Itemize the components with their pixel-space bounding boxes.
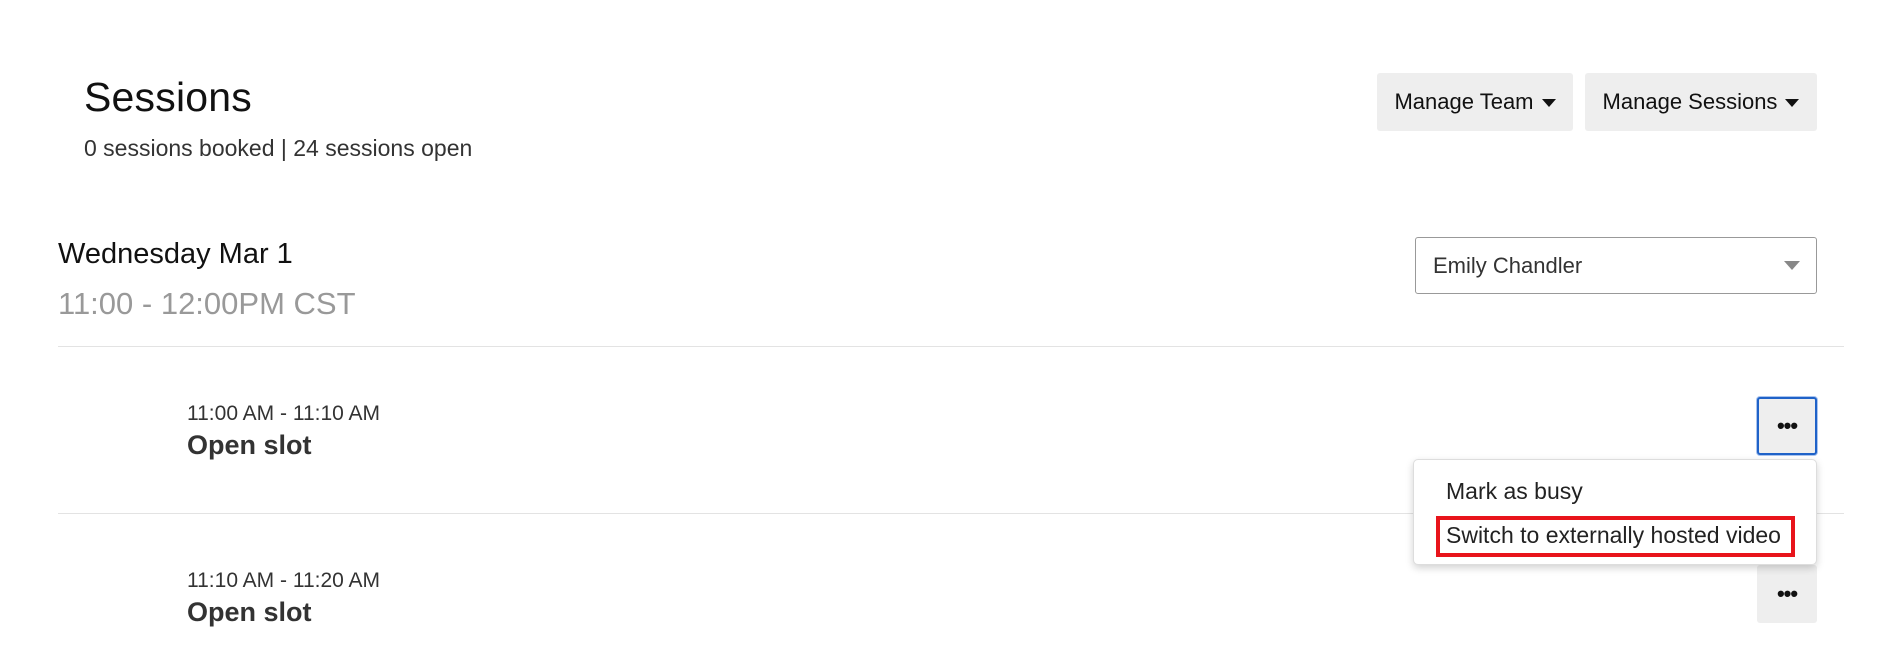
slot-status: Open slot: [187, 430, 312, 460]
page-title: Sessions: [84, 74, 252, 120]
manage-sessions-label: Manage Sessions: [1602, 89, 1778, 114]
ellipsis-icon: •••: [1776, 413, 1798, 438]
menu-item-mark-as-busy[interactable]: Mark as busy: [1446, 478, 1583, 505]
slot-options-menu: Mark as busy Switch to externally hosted…: [1413, 459, 1817, 565]
divider: [58, 346, 1844, 347]
more-options-button[interactable]: •••: [1757, 397, 1817, 455]
slot-status: Open slot: [187, 597, 312, 627]
caret-down-icon: [1541, 99, 1556, 107]
sessions-header: Sessions 0 sessions booked | 24 sessions…: [84, 74, 472, 162]
day-title: Wednesday Mar 1: [58, 238, 293, 270]
slot-time: 11:00 AM - 11:10 AM: [187, 402, 380, 425]
day-time-range: 11:00 - 12:00PM CST: [58, 286, 356, 321]
ellipsis-icon: •••: [1776, 581, 1798, 606]
manage-sessions-button[interactable]: Manage Sessions: [1585, 73, 1817, 131]
host-select-value: Emily Chandler: [1433, 252, 1583, 278]
slot-time: 11:10 AM - 11:20 AM: [187, 569, 380, 592]
caret-down-icon: [1785, 99, 1800, 107]
chevron-down-icon: [1784, 261, 1800, 270]
sessions-summary: 0 sessions booked | 24 sessions open: [84, 135, 473, 161]
more-options-button[interactable]: •••: [1757, 565, 1817, 623]
menu-item-switch-to-external-video[interactable]: Switch to externally hosted video: [1446, 522, 1781, 549]
manage-team-button[interactable]: Manage Team: [1377, 73, 1573, 131]
host-select[interactable]: Emily Chandler: [1415, 237, 1817, 294]
manage-team-label: Manage Team: [1394, 89, 1534, 114]
